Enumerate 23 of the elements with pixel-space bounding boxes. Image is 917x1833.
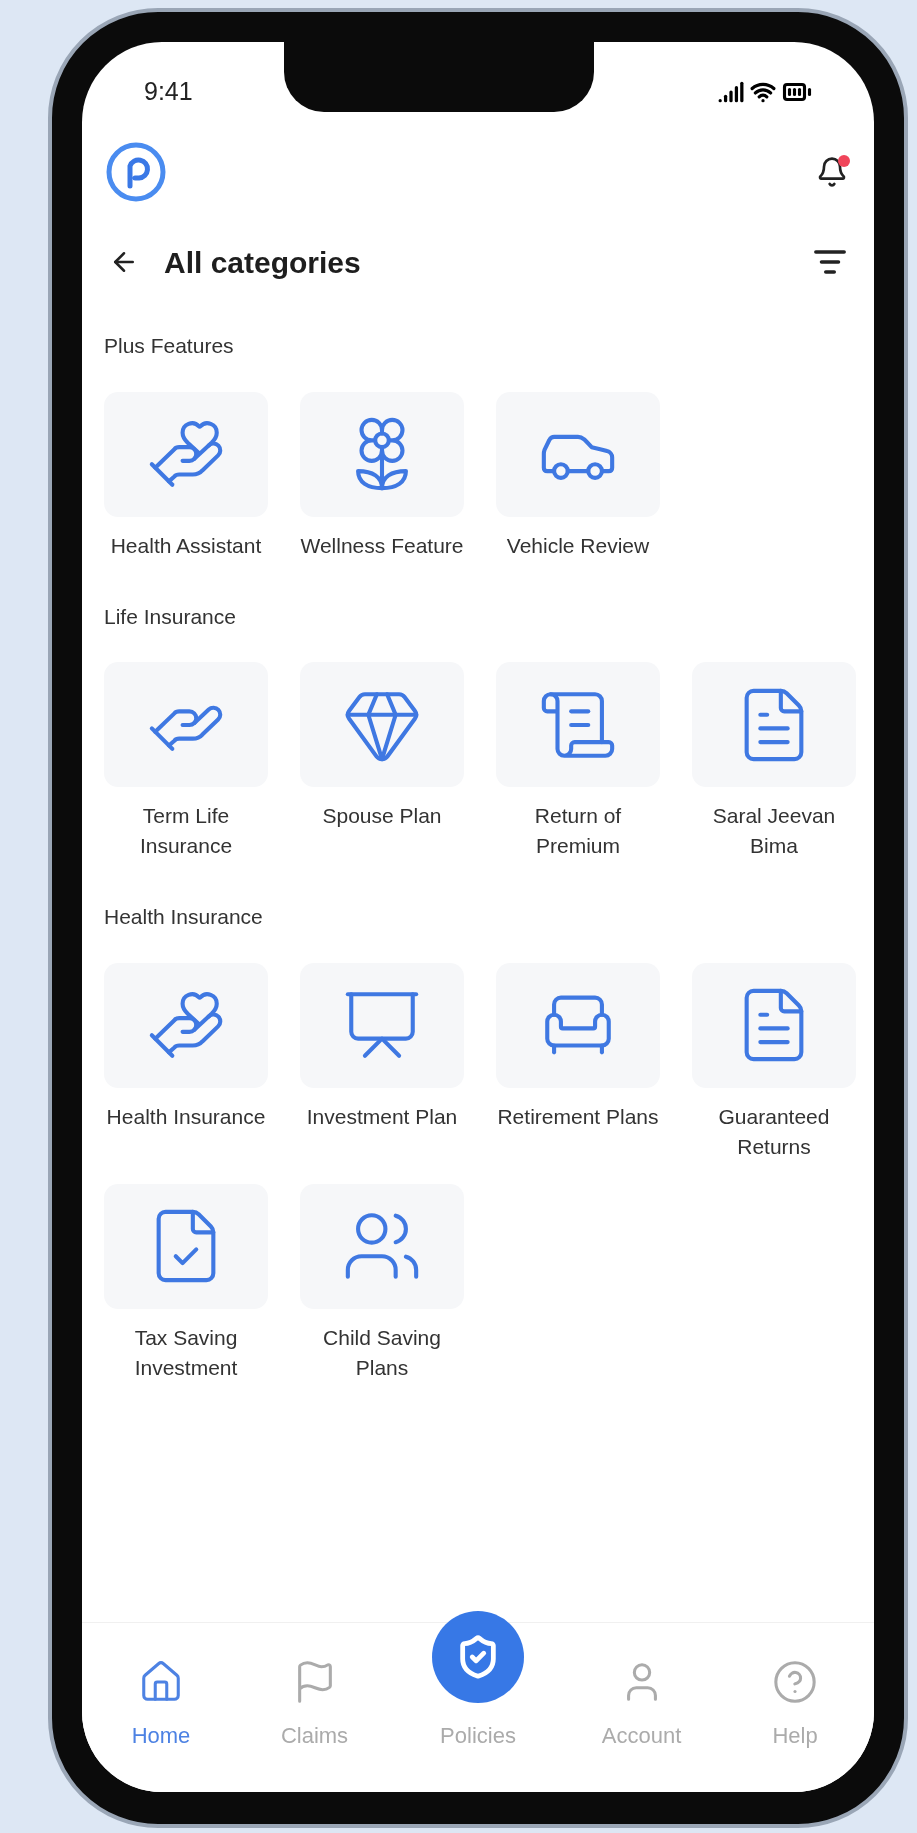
help-icon — [772, 1659, 818, 1705]
category-item[interactable]: Guaranteed Returns — [692, 962, 856, 1162]
page-title: All categories — [164, 244, 361, 281]
category-item[interactable]: Spouse Plan — [300, 662, 464, 861]
bell-icon — [816, 156, 848, 188]
category-item[interactable]: Tax Saving Investment — [104, 1183, 268, 1383]
category-item[interactable]: Investment Plan — [300, 962, 464, 1162]
category-item[interactable]: Saral Jeevan Bima — [692, 662, 856, 861]
category-item[interactable]: Term Life Insurance — [104, 662, 268, 861]
section-title: Plus Features — [104, 333, 235, 359]
nav-tab[interactable]: Home — [96, 1659, 226, 1752]
logo-icon — [104, 140, 168, 204]
signal-icon — [718, 79, 744, 105]
status-time: 9:41 — [144, 76, 193, 108]
category-item[interactable]: Child Saving Plans — [300, 1183, 464, 1383]
category-item[interactable]: Retirement Plans — [496, 962, 660, 1162]
category-item[interactable]: Health Assistant — [104, 391, 268, 561]
category-item[interactable]: Vehicle Review — [496, 391, 660, 561]
category-item[interactable]: Return of Premium — [496, 662, 660, 861]
category-item[interactable]: Wellness Feature — [300, 391, 464, 561]
section-title: Health Insurance — [104, 904, 264, 930]
section-title: Life Insurance — [104, 603, 237, 630]
category-item[interactable]: Health Insurance — [104, 962, 268, 1162]
